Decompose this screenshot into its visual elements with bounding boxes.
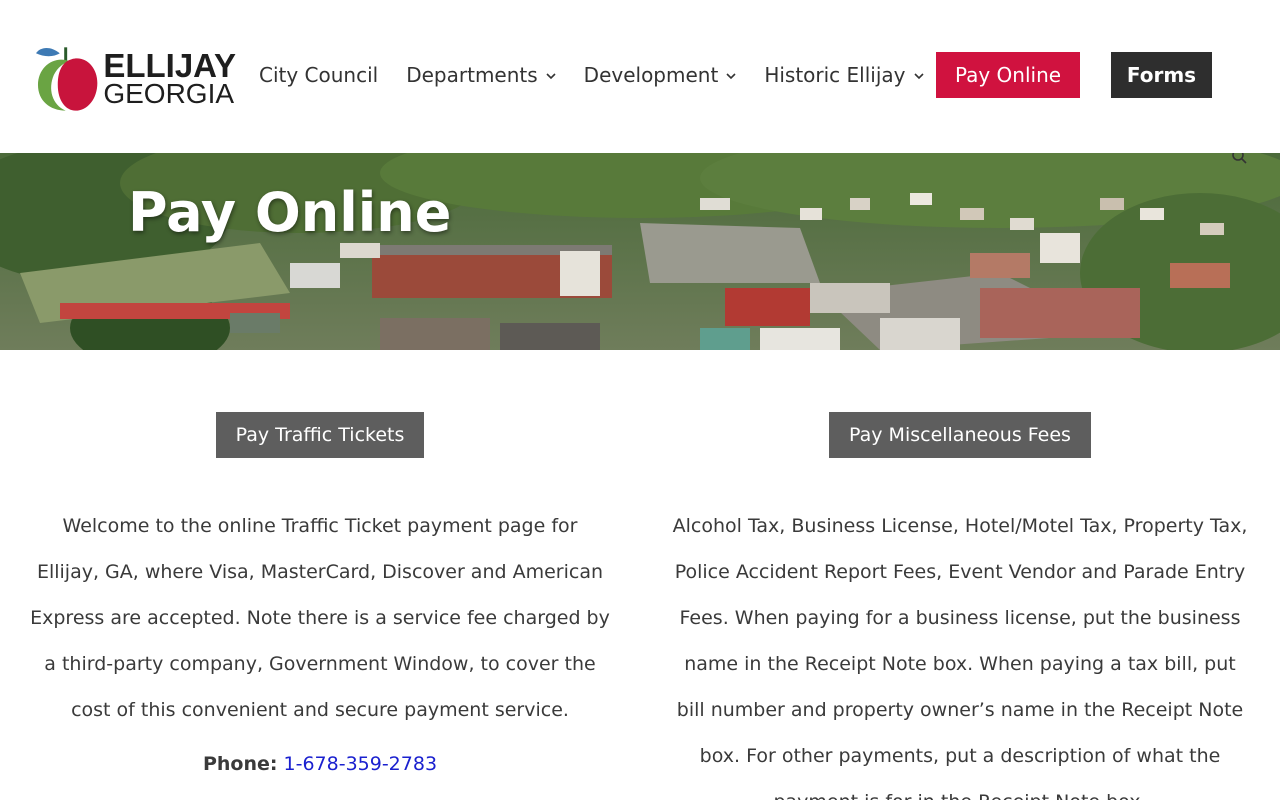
traffic-tickets-section: Pay Traffic Tickets Welcome to the onlin… <box>30 412 610 775</box>
traffic-tickets-description: Welcome to the online Traffic Ticket pay… <box>30 515 610 721</box>
search-icon[interactable] <box>1231 153 1247 164</box>
chevron-down-icon <box>546 70 556 83</box>
chevron-down-icon <box>913 70 924 83</box>
forms-button[interactable]: Forms <box>1111 52 1212 98</box>
logo-title: ELLIJAY <box>103 46 236 84</box>
site-header: ELLIJAY GEORGIA City Council Departments… <box>0 0 1280 153</box>
apple-logo-icon <box>36 47 98 111</box>
phone-label: Phone: <box>202 753 278 775</box>
nav-item-departments[interactable]: Departments <box>406 63 556 87</box>
misc-fees-description: Alcohol Tax, Business License, Hotel/Mot… <box>672 515 1248 800</box>
chevron-down-icon <box>726 70 736 83</box>
nav-item-city-council[interactable]: City Council <box>259 63 378 87</box>
nav-item-label: Development <box>583 63 719 87</box>
hero-banner: Pay Online <box>0 153 1280 350</box>
main-nav: City Council Departments Development His… <box>259 52 952 98</box>
phone-link[interactable]: 1-678-359-2783 <box>284 753 438 775</box>
page-title: Pay Online <box>128 181 452 244</box>
nav-item-label: Historic Ellijay <box>764 63 906 87</box>
site-logo[interactable]: ELLIJAY GEORGIA <box>36 42 236 114</box>
pay-misc-fees-button[interactable]: Pay Miscellaneous Fees <box>829 412 1091 458</box>
phone-line: Phone: 1-678-359-2783 <box>30 753 610 775</box>
nav-item-label: Departments <box>406 63 538 87</box>
pay-traffic-tickets-button[interactable]: Pay Traffic Tickets <box>215 412 425 458</box>
pay-online-button[interactable]: Pay Online <box>936 52 1080 98</box>
logo-subtitle: GEORGIA <box>103 77 235 109</box>
nav-item-historic-ellijay[interactable]: Historic Ellijay <box>764 63 924 87</box>
nav-item-development[interactable]: Development <box>584 63 737 87</box>
misc-fees-section: Pay Miscellaneous Fees Alcohol Tax, Busi… <box>670 412 1250 800</box>
nav-item-label: City Council <box>259 63 379 87</box>
